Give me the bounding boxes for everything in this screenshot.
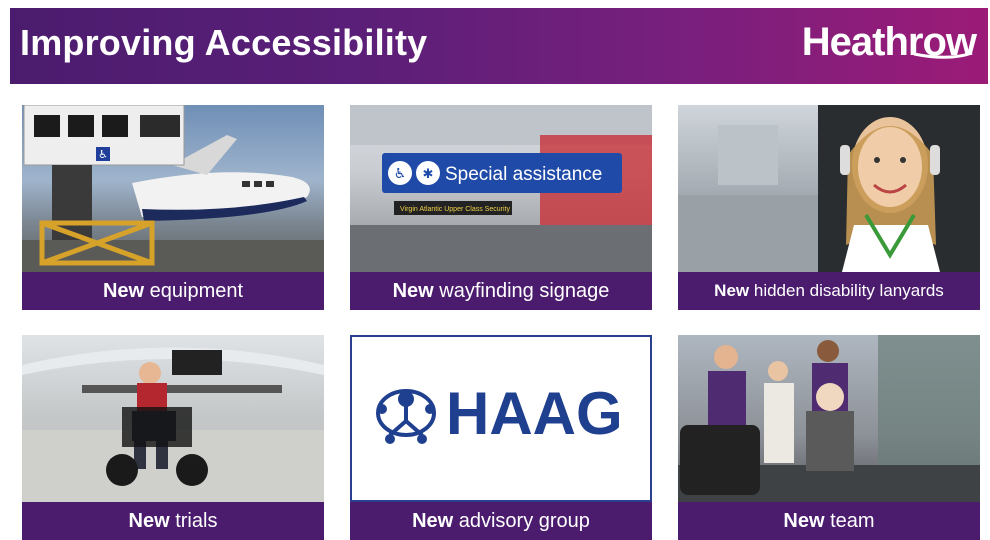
page-title: Improving Accessibility: [20, 22, 428, 63]
team-photo: [678, 335, 980, 502]
signage-illustration: ♿ ✱ Special assistance Virgin Atlantic U…: [350, 105, 652, 272]
haag-logo-icon: [376, 389, 436, 444]
sign-text: Special assistance: [445, 164, 602, 185]
haag-panel: HAAG: [350, 335, 652, 502]
equipment-photo: ♿: [22, 105, 324, 272]
caption-wayfinding-signage: New wayfinding signage: [350, 272, 652, 310]
svg-text:♿: ♿: [98, 148, 108, 161]
wheelchair-illustration: [22, 347, 324, 502]
caption-equipment: New equipment: [22, 272, 324, 310]
caption-lanyards: New hidden disability lanyards: [678, 272, 980, 310]
tile-advisory-group: HAAG New advisory group: [350, 335, 652, 540]
tile-equipment: ♿ New equipment: [22, 105, 324, 310]
caption-trials: New trials: [22, 502, 324, 540]
caption-team: New team: [678, 502, 980, 540]
lanyard-photo: [678, 105, 980, 272]
tile-team: New team: [678, 335, 980, 540]
tile-trials: New trials: [22, 335, 324, 540]
caption-advisory-group: New advisory group: [350, 502, 652, 540]
tile-lanyards: New hidden disability lanyards: [678, 105, 980, 310]
trials-photo: [22, 335, 324, 502]
lanyard-illustration: [678, 105, 980, 272]
sign-subtext: Virgin Atlantic Upper Class Security: [400, 206, 510, 213]
team-illustration: [678, 335, 980, 502]
haag-wordmark: HAAG: [446, 380, 623, 447]
signage-photo: ♿ ✱ Special assistance Virgin Atlantic U…: [350, 105, 652, 272]
title-banner: Improving Accessibility Heathrow: [10, 8, 988, 84]
svg-text:✱: ✱: [423, 167, 434, 182]
svg-text:♿: ♿: [394, 166, 407, 182]
tile-wayfinding-signage: ♿ ✱ Special assistance Virgin Atlantic U…: [350, 105, 652, 310]
airplane-lift-illustration: ♿: [22, 105, 324, 272]
haag-logo: HAAG: [376, 380, 623, 447]
haag-logo-box: HAAG: [350, 335, 652, 502]
logo-swoosh-icon: [913, 52, 973, 59]
